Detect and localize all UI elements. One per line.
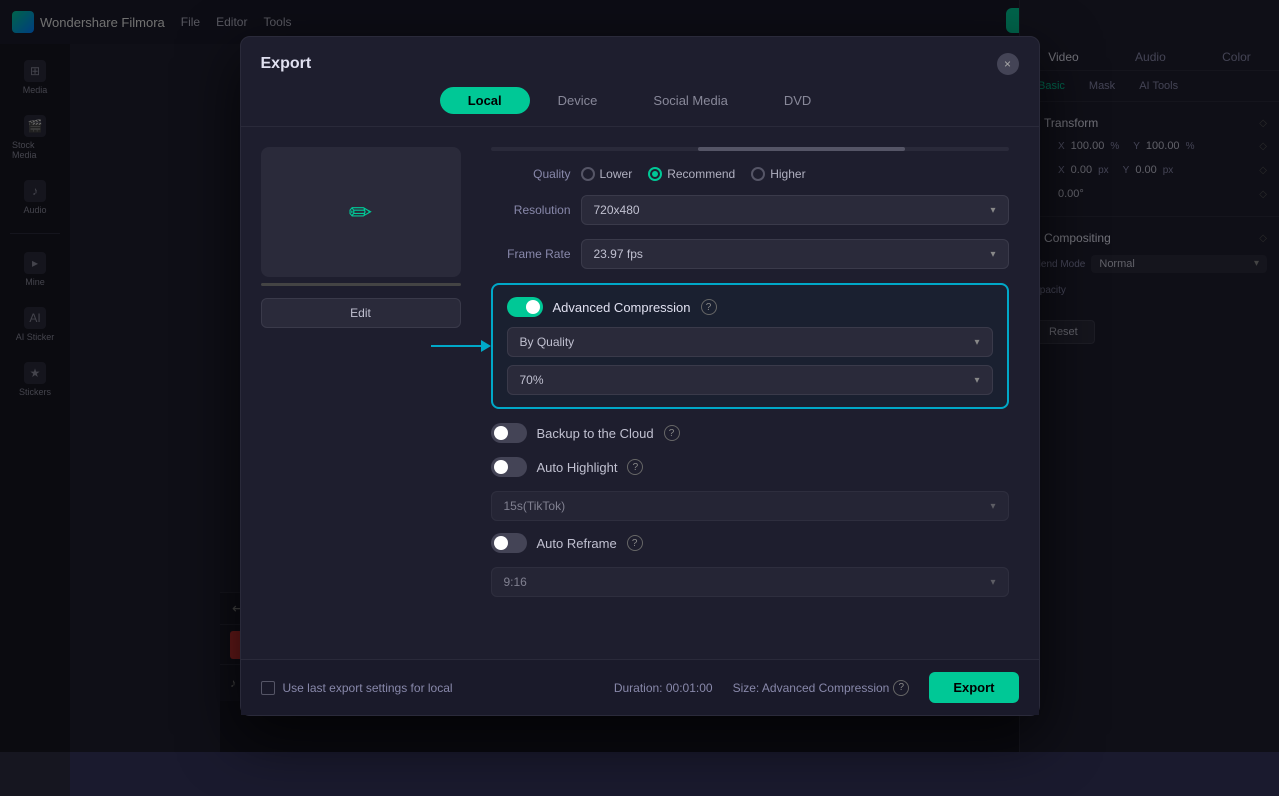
tab-dvd[interactable]: DVD xyxy=(756,87,839,114)
auto-reframe-row: Auto Reframe ? xyxy=(491,533,1009,553)
settings-panel: Quality Lower Recommend xyxy=(481,147,1019,687)
quality-row: Quality Lower Recommend xyxy=(491,167,1009,181)
quality-recommend-option[interactable]: Recommend xyxy=(648,167,735,181)
auto-reframe-toggle[interactable] xyxy=(491,533,527,553)
compression-mode-value: By Quality xyxy=(520,335,575,349)
pencil-icon: ✏ xyxy=(349,196,372,229)
backup-cloud-row: Backup to the Cloud ? xyxy=(491,423,1009,443)
arrow-head-icon xyxy=(481,340,491,352)
auto-highlight-help-icon[interactable]: ? xyxy=(627,459,643,475)
dialog-footer: Use last export settings for local Durat… xyxy=(241,659,1039,715)
auto-reframe-label: Auto Reframe xyxy=(537,536,617,551)
resolution-arrow-icon: ▾ xyxy=(990,205,995,216)
auto-highlight-dropdown[interactable]: 15s(TikTok) ▾ xyxy=(491,491,1009,521)
dialog-close-button[interactable]: × xyxy=(997,53,1019,75)
quality-label: Quality xyxy=(491,167,571,181)
auto-highlight-label: Auto Highlight xyxy=(537,460,618,475)
compression-quality-dropdown[interactable]: 70% ▾ xyxy=(507,365,993,395)
backup-cloud-help-icon[interactable]: ? xyxy=(664,425,680,441)
auto-highlight-value: 15s(TikTok) xyxy=(504,499,566,513)
export-dialog: Export × Local Device Social Media DVD ✏… xyxy=(240,36,1040,716)
tab-device[interactable]: Device xyxy=(530,87,626,114)
auto-highlight-arrow-icon: ▾ xyxy=(990,501,995,512)
frame-rate-label: Frame Rate xyxy=(491,247,571,261)
duration-label: Duration: xyxy=(614,681,663,695)
auto-reframe-help-icon[interactable]: ? xyxy=(627,535,643,551)
dialog-tab-bar: Local Device Social Media DVD xyxy=(241,75,1039,127)
backup-cloud-toggle[interactable] xyxy=(491,423,527,443)
size-text: Size: Advanced Compression ? xyxy=(733,680,910,696)
footer-checkbox-container: Use last export settings for local xyxy=(261,681,453,695)
dialog-title: Export xyxy=(261,55,312,73)
footer-right: Duration: 00:01:00 Size: Advanced Compre… xyxy=(614,672,1019,703)
edit-button[interactable]: Edit xyxy=(261,298,461,328)
resolution-dropdown[interactable]: 720x480 ▾ xyxy=(581,195,1009,225)
scroll-thumb xyxy=(698,147,905,151)
resolution-row: Resolution 720x480 ▾ xyxy=(491,195,1009,225)
frame-rate-row: Frame Rate 23.97 fps ▾ xyxy=(491,239,1009,269)
compression-quality-arrow-icon: ▾ xyxy=(974,375,979,386)
tab-social-media[interactable]: Social Media xyxy=(625,87,755,114)
duration-text: Duration: 00:01:00 xyxy=(614,681,713,695)
advanced-compression-container: Advanced Compression ? By Quality ▾ 70% xyxy=(491,283,1009,409)
auto-highlight-toggle[interactable] xyxy=(491,457,527,477)
quality-recommend-radio xyxy=(648,167,662,181)
preview-thumbnail: ✏ xyxy=(261,147,461,277)
scroll-indicator xyxy=(491,147,1009,151)
compression-mode-arrow-icon: ▾ xyxy=(974,337,979,348)
arrow-line xyxy=(431,345,481,347)
preview-line xyxy=(261,283,461,286)
quality-higher-radio xyxy=(751,167,765,181)
app-background: Wondershare Filmora File Editor Tools Ex… xyxy=(0,0,1279,752)
preview-panel: ✏ Edit xyxy=(261,147,481,687)
quality-higher-option[interactable]: Higher xyxy=(751,167,805,181)
export-button[interactable]: Export xyxy=(929,672,1018,703)
resolution-label: Resolution xyxy=(491,203,571,217)
auto-reframe-dropdown[interactable]: 9:16 ▾ xyxy=(491,567,1009,597)
quality-radio-group: Lower Recommend Higher xyxy=(581,167,806,181)
quality-lower-radio xyxy=(581,167,595,181)
backup-cloud-label: Backup to the Cloud xyxy=(537,426,654,441)
tab-local[interactable]: Local xyxy=(440,87,530,114)
advanced-compression-box: Advanced Compression ? By Quality ▾ 70% xyxy=(491,283,1009,409)
compression-mode-dropdown[interactable]: By Quality ▾ xyxy=(507,327,993,357)
quality-higher-label: Higher xyxy=(770,167,805,181)
advanced-compression-toggle[interactable] xyxy=(507,297,543,317)
advanced-compression-header: Advanced Compression ? xyxy=(507,297,993,317)
last-export-checkbox[interactable] xyxy=(261,681,275,695)
last-export-label: Use last export settings for local xyxy=(283,681,453,695)
auto-reframe-value: 9:16 xyxy=(504,575,527,589)
dialog-header: Export × xyxy=(241,37,1039,75)
auto-highlight-row: Auto Highlight ? xyxy=(491,457,1009,477)
frame-rate-value: 23.97 fps xyxy=(594,247,643,261)
duration-value: 00:01:00 xyxy=(666,681,713,695)
quality-lower-option[interactable]: Lower xyxy=(581,167,633,181)
compression-quality-value: 70% xyxy=(520,373,544,387)
auto-reframe-section: Auto Reframe ? 9:16 ▾ xyxy=(491,533,1009,597)
auto-reframe-arrow-icon: ▾ xyxy=(990,577,995,588)
advanced-compression-title: Advanced Compression xyxy=(553,300,691,315)
advanced-compression-help-icon[interactable]: ? xyxy=(701,299,717,315)
arrow-indicator xyxy=(431,340,491,352)
dialog-body: ✏ Edit Quality xyxy=(241,127,1039,707)
quality-lower-label: Lower xyxy=(600,167,633,181)
quality-recommend-label: Recommend xyxy=(667,167,735,181)
modal-overlay: Export × Local Device Social Media DVD ✏… xyxy=(0,0,1279,752)
size-label: Size: Advanced Compression xyxy=(733,681,890,695)
auto-highlight-section: Auto Highlight ? 15s(TikTok) ▾ xyxy=(491,457,1009,521)
size-help-icon[interactable]: ? xyxy=(893,680,909,696)
frame-rate-dropdown[interactable]: 23.97 fps ▾ xyxy=(581,239,1009,269)
frame-rate-arrow-icon: ▾ xyxy=(990,249,995,260)
resolution-value: 720x480 xyxy=(594,203,640,217)
